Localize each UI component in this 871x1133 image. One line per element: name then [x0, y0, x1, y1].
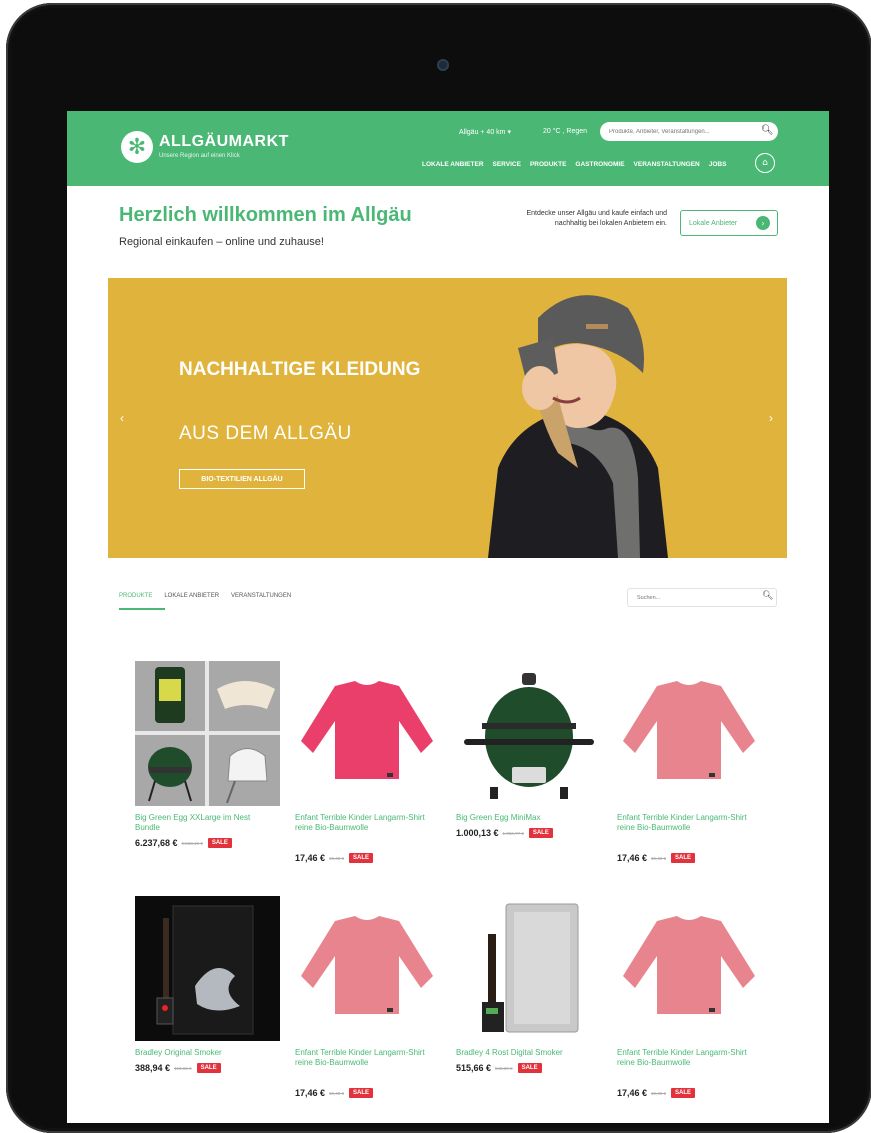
product-image[interactable]: [617, 896, 762, 1041]
site-header: ✻ ALLGÄUMARKT Unsere Region auf einen Kl…: [67, 111, 829, 186]
nav-gastronomie[interactable]: GASTRONOMIE: [575, 161, 624, 168]
edelweiss-logo-icon[interactable]: ✻: [121, 131, 153, 163]
product-price-row: 17,46 € 19,40 € SALE: [617, 1088, 696, 1098]
sale-badge: SALE: [196, 1063, 221, 1073]
logo-name[interactable]: ALLGÄUMARKT: [159, 133, 289, 151]
product-price: 6.237,68 €: [135, 838, 178, 848]
product-old-price: 19,40 €: [651, 1090, 667, 1096]
product-name[interactable]: Enfant Terrible Kinder Langarm-Shirt rei…: [295, 813, 437, 833]
sale-badge: SALE: [517, 1063, 542, 1073]
product-price-row: 515,66 € 543,39 € SALE: [456, 1063, 542, 1073]
welcome-subtitle: Regional einkaufen – online und zuhause!: [119, 236, 324, 248]
product-image[interactable]: [135, 661, 280, 806]
product-image[interactable]: [295, 896, 440, 1041]
product-price: 17,46 €: [295, 1088, 326, 1098]
product-price: 1.000,13 €: [456, 828, 499, 838]
product-old-price: 19,40 €: [329, 1090, 345, 1096]
hero-cta-button[interactable]: BIO-TEXTILIEN ALLGÄU: [179, 469, 305, 489]
product-name[interactable]: Big Green Egg MiniMax: [456, 813, 598, 823]
local-vendors-button[interactable]: Lokale Anbieter ›: [680, 210, 778, 236]
slider-prev-icon[interactable]: ‹: [120, 411, 124, 425]
product-image[interactable]: [135, 896, 280, 1041]
tab-veranstaltungen[interactable]: VERANSTALTUNGEN: [231, 593, 291, 599]
hero-headline: NACHHALTIGE KLEIDUNG: [179, 359, 421, 380]
hero-subheadline: AUS DEM ALLGÄU: [179, 423, 352, 444]
cart-icon[interactable]: ⌂: [755, 153, 775, 173]
search-icon[interactable]: 🔍︎: [761, 125, 774, 136]
product-image[interactable]: [295, 661, 440, 806]
product-price: 17,46 €: [617, 853, 648, 863]
welcome-title: Herzlich willkommen im Allgäu: [119, 204, 412, 226]
slider-next-icon[interactable]: ›: [769, 411, 773, 425]
product-price: 388,94 €: [135, 1063, 171, 1073]
product-price-row: 17,46 € 19,40 € SALE: [295, 853, 374, 863]
intro-text: Entdecke unser Allgäu und kaufe einfach …: [526, 210, 668, 227]
nav-jobs[interactable]: JOBS: [709, 161, 727, 168]
sale-badge: SALE: [349, 1088, 374, 1098]
product-name[interactable]: Bradley 4 Rost Digital Smoker: [456, 1048, 598, 1058]
hero-slider: NACHHALTIGE KLEIDUNG AUS DEM ALLGÄU BIO-…: [108, 278, 787, 558]
product-old-price: 1.052,77 €: [502, 830, 524, 836]
nav-service[interactable]: SERVICE: [493, 161, 521, 168]
screen: ✻ ALLGÄUMARKT Unsere Region auf einen Kl…: [67, 111, 829, 1123]
sale-badge: SALE: [528, 828, 553, 838]
product-name[interactable]: Enfant Terrible Kinder Langarm-Shirt rei…: [295, 1048, 437, 1068]
product-name[interactable]: Enfant Terrible Kinder Langarm-Shirt rei…: [617, 813, 759, 833]
product-price: 17,46 €: [617, 1088, 648, 1098]
product-price-row: 1.000,13 € 1.052,77 € SALE: [456, 828, 553, 838]
active-tab-indicator: [119, 608, 165, 610]
product-search-input[interactable]: [627, 588, 777, 607]
product-name[interactable]: Enfant Terrible Kinder Langarm-Shirt rei…: [617, 1048, 759, 1068]
tab-produkte[interactable]: PRODUKTE: [119, 593, 152, 599]
product-price-row: 6.237,68 € 6.563,19 € SALE: [135, 838, 232, 848]
tab-lokale-anbieter[interactable]: LOKALE ANBIETER: [164, 593, 219, 599]
product-old-price: 19,40 €: [651, 855, 667, 861]
logo-tagline: Unsere Region auf einen Klick: [159, 153, 240, 159]
product-price-row: 17,46 € 19,40 € SALE: [617, 853, 696, 863]
product-old-price: 6.563,19 €: [181, 840, 203, 846]
camera-icon: [437, 59, 449, 71]
sale-badge: SALE: [671, 853, 696, 863]
product-image[interactable]: [617, 661, 762, 806]
sale-badge: SALE: [349, 853, 374, 863]
product-price: 515,66 €: [456, 1063, 492, 1073]
content-tabs: PRODUKTE LOKALE ANBIETER VERANSTALTUNGEN: [119, 593, 291, 599]
product-price: 17,46 €: [295, 853, 326, 863]
nav-produkte[interactable]: PRODUKTE: [530, 161, 566, 168]
product-name[interactable]: Big Green Egg XXLarge im Nest Bundle: [135, 813, 277, 833]
product-old-price: 19,40 €: [329, 855, 345, 861]
product-old-price: 410,15 €: [174, 1065, 192, 1071]
weather-info: 20 °C , Regen: [543, 128, 588, 135]
product-image[interactable]: [456, 661, 601, 806]
product-price-row: 17,46 € 19,40 € SALE: [295, 1088, 374, 1098]
sale-badge: SALE: [207, 838, 232, 848]
search-icon[interactable]: 🔍︎: [762, 591, 773, 601]
hero-model-image: [488, 295, 668, 558]
arrow-right-icon: ›: [756, 216, 770, 230]
product-price-row: 388,94 € 410,15 € SALE: [135, 1063, 221, 1073]
main-nav: LOKALE ANBIETER SERVICE PRODUKTE GASTRON…: [422, 161, 726, 168]
search-input[interactable]: [600, 122, 778, 141]
tablet-frame: ✻ ALLGÄUMARKT Unsere Region auf einen Kl…: [6, 3, 871, 1133]
nav-lokale-anbieter[interactable]: LOKALE ANBIETER: [422, 161, 484, 168]
region-select[interactable]: Allgäu + 40 km ▾: [459, 128, 511, 136]
product-old-price: 543,39 €: [495, 1065, 513, 1071]
sale-badge: SALE: [671, 1088, 696, 1098]
product-name[interactable]: Bradley Original Smoker: [135, 1048, 277, 1058]
nav-veranstaltungen[interactable]: VERANSTALTUNGEN: [634, 161, 700, 168]
local-vendors-label: Lokale Anbieter: [689, 219, 738, 227]
product-image[interactable]: [456, 896, 601, 1041]
